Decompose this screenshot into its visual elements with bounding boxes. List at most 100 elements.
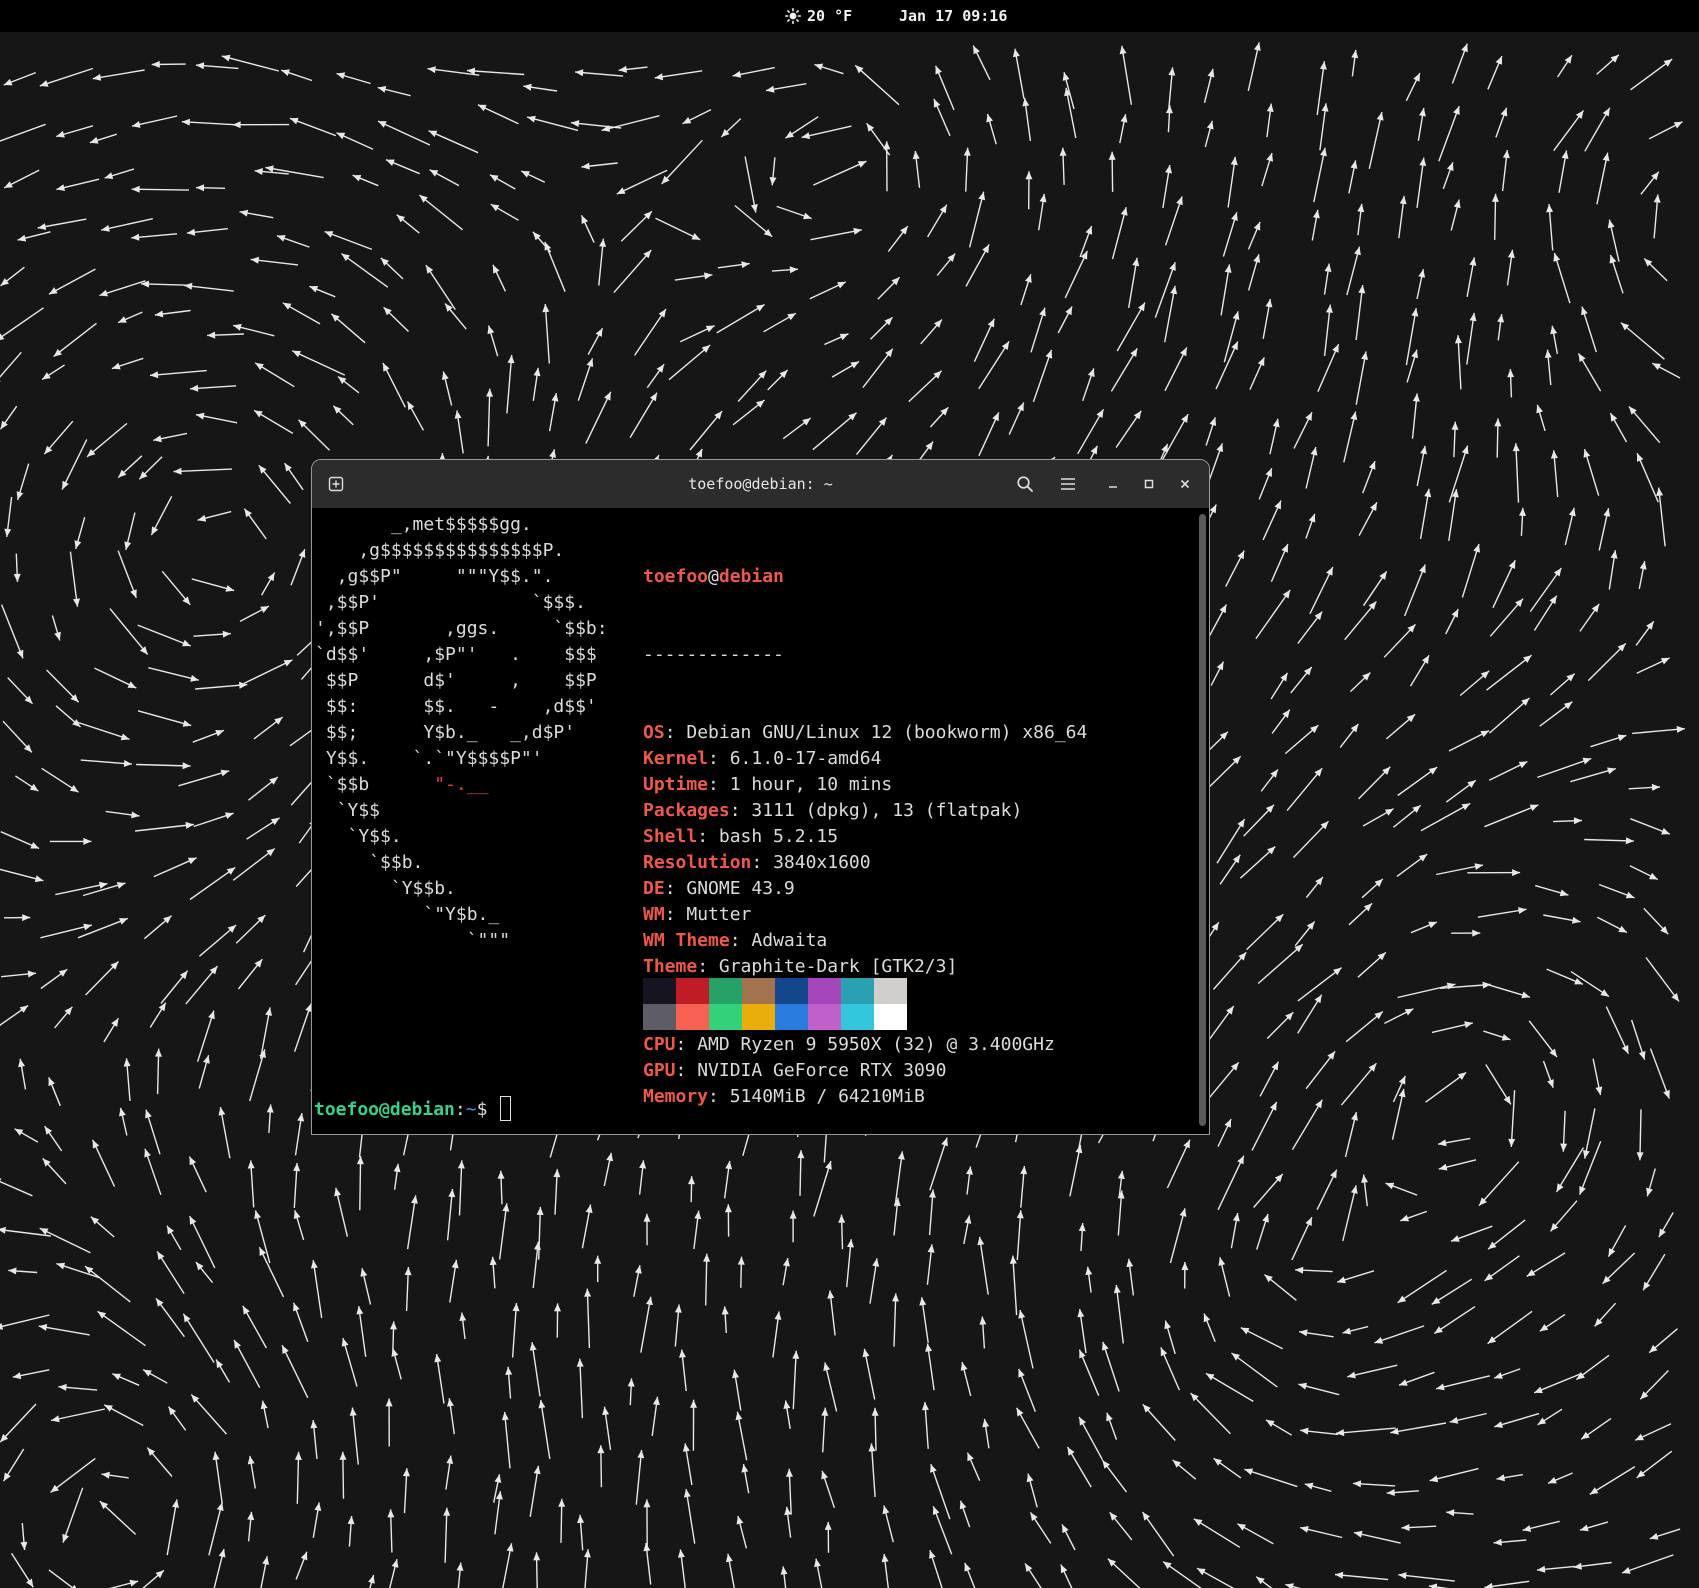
wallpaper-arrow bbox=[1339, 723, 1359, 748]
wallpaper-arrow bbox=[149, 1002, 167, 1028]
wallpaper-arrow bbox=[246, 817, 280, 840]
wallpaper-arrow bbox=[1243, 804, 1275, 837]
wallpaper-arrow bbox=[1442, 162, 1454, 190]
wallpaper-arrow bbox=[259, 1007, 272, 1059]
wallpaper-arrow bbox=[629, 392, 658, 438]
palette-swatch bbox=[808, 1004, 841, 1030]
wallpaper-arrow bbox=[1357, 203, 1365, 236]
weather-temperature: 20 °F bbox=[807, 7, 853, 25]
wallpaper-arrow bbox=[1564, 507, 1576, 546]
wallpaper-arrow bbox=[1478, 1161, 1520, 1207]
wallpaper-arrow bbox=[1115, 410, 1142, 448]
wallpaper-arrow bbox=[1009, 1255, 1018, 1316]
wallpaper-arrow bbox=[737, 370, 767, 402]
wallpaper-arrow bbox=[1398, 1371, 1435, 1386]
wallpaper-arrow bbox=[1317, 343, 1340, 392]
wallpaper-arrow bbox=[135, 821, 194, 832]
wallpaper-arrow bbox=[683, 1488, 696, 1544]
wallpaper-arrow bbox=[613, 249, 652, 294]
wallpaper-arrow bbox=[62, 1487, 84, 1543]
wallpaper-arrow bbox=[117, 550, 137, 599]
wallpaper-arrow bbox=[1416, 269, 1426, 300]
wallpaper-arrow bbox=[920, 319, 943, 345]
wallpaper-arrow bbox=[3, 1448, 25, 1482]
wallpaper-arrow bbox=[734, 204, 773, 238]
shell-prompt[interactable]: toefoo@debian:~$ bbox=[314, 1096, 512, 1123]
wallpaper-arrow bbox=[1311, 209, 1320, 241]
wallpaper-arrow bbox=[1266, 1011, 1294, 1040]
wallpaper-arrow bbox=[144, 1148, 162, 1196]
wallpaper-arrow bbox=[871, 1407, 879, 1451]
wallpaper-arrow bbox=[925, 1343, 935, 1391]
wallpaper-arrow bbox=[520, 170, 546, 183]
wallpaper-arrow bbox=[725, 1553, 735, 1588]
info-key: Uptime bbox=[643, 774, 709, 795]
maximize-button[interactable] bbox=[1137, 472, 1161, 496]
wallpaper-arrow bbox=[1549, 1200, 1578, 1232]
wallpaper-arrow bbox=[585, 391, 612, 444]
wallpaper-arrow bbox=[932, 1506, 953, 1555]
wallpaper-arrow bbox=[1519, 507, 1526, 536]
wallpaper-arrow bbox=[97, 1310, 146, 1347]
wallpaper-arrow bbox=[1078, 1222, 1086, 1252]
wallpaper-arrow bbox=[404, 1266, 412, 1312]
wallpaper-arrow bbox=[1077, 408, 1105, 455]
wallpaper-arrow bbox=[1342, 1325, 1369, 1335]
wallpaper-arrow bbox=[40, 968, 68, 990]
menu-button[interactable] bbox=[1056, 472, 1080, 496]
wallpaper-arrow bbox=[661, 139, 703, 185]
wallpaper-arrow bbox=[380, 257, 404, 280]
wallpaper-arrow bbox=[1570, 767, 1616, 783]
wallpaper-arrow bbox=[594, 1255, 602, 1283]
wallpaper-arrow bbox=[17, 231, 51, 242]
minimize-button[interactable] bbox=[1101, 472, 1125, 496]
wallpaper-arrow bbox=[1582, 1108, 1596, 1159]
search-button[interactable] bbox=[1013, 472, 1037, 496]
wallpaper-arrow bbox=[310, 1420, 318, 1460]
wallpaper-arrow bbox=[1450, 199, 1461, 231]
wallpaper-arrow bbox=[1061, 1524, 1076, 1551]
wallpaper-arrow bbox=[237, 958, 263, 990]
user-host-line: toefoo@debian bbox=[643, 564, 1087, 590]
wallpaper-arrow bbox=[1109, 1511, 1133, 1541]
wallpaper-arrow bbox=[1483, 1030, 1511, 1041]
wallpaper-arrow bbox=[780, 1566, 788, 1588]
wallpaper-arrow bbox=[1488, 697, 1530, 734]
wallpaper-arrow bbox=[838, 1214, 846, 1250]
wallpaper-arrow bbox=[881, 1553, 889, 1588]
wallpaper-arrow bbox=[393, 1163, 401, 1190]
weather-indicator[interactable]: 20 °F bbox=[785, 7, 852, 25]
wallpaper-arrow bbox=[254, 362, 295, 388]
wallpaper-arrow bbox=[877, 276, 901, 300]
wallpaper-arrow bbox=[846, 1239, 854, 1288]
terminal-titlebar[interactable]: toefoo@debian: ~ bbox=[312, 460, 1209, 508]
wallpaper-arrow bbox=[1549, 673, 1576, 696]
wallpaper-arrow bbox=[1022, 97, 1032, 142]
palette-swatch bbox=[643, 1004, 676, 1030]
wallpaper-arrow bbox=[37, 218, 87, 230]
wallpaper-arrow bbox=[724, 1204, 732, 1237]
terminal-scrollbar[interactable] bbox=[1199, 514, 1206, 1126]
wallpaper-arrow bbox=[620, 210, 653, 242]
wallpaper-arrow bbox=[56, 125, 94, 138]
wallpaper-arrow bbox=[99, 280, 146, 297]
wallpaper-arrow bbox=[978, 412, 1000, 457]
wallpaper-arrow bbox=[1581, 306, 1597, 353]
wallpaper-arrow bbox=[1253, 1173, 1284, 1208]
wallpaper-arrow bbox=[178, 769, 230, 787]
wallpaper-arrow bbox=[195, 412, 238, 424]
wallpaper-arrow bbox=[124, 512, 136, 551]
clock[interactable]: Jan 17 09:16 bbox=[899, 7, 1007, 25]
wallpaper-arrow bbox=[654, 70, 703, 81]
wallpaper-arrow bbox=[1239, 845, 1276, 879]
terminal-window[interactable]: toefoo@debian: ~ _,met$$$$$gg. ,g$$$$$$$… bbox=[311, 459, 1210, 1135]
close-button[interactable] bbox=[1173, 472, 1197, 496]
wallpaper-arrow bbox=[529, 1465, 541, 1518]
wallpaper-arrow bbox=[117, 311, 143, 324]
wallpaper-arrow bbox=[247, 1511, 255, 1542]
wallpaper-arrow bbox=[293, 1210, 305, 1241]
terminal-content[interactable]: _,met$$$$$gg. ,g$$$$$$$$$$$$$$$P. ,g$$P"… bbox=[312, 508, 1209, 1134]
wallpaper-arrow bbox=[506, 354, 515, 414]
wallpaper-arrow bbox=[265, 165, 324, 179]
wallpaper-arrow bbox=[1546, 968, 1584, 985]
